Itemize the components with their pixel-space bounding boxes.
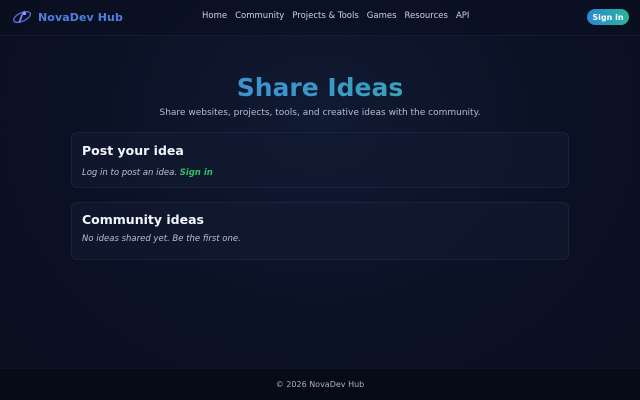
nova-logo-icon — [13, 10, 31, 24]
nav-api[interactable]: API — [456, 11, 469, 21]
header-signin-button[interactable]: Sign in — [587, 9, 629, 25]
footer: © 2026 NovaDev Hub — [0, 368, 640, 400]
footer-copyright: © 2026 NovaDev Hub — [275, 380, 365, 389]
post-idea-card: Post your idea Log in to post an idea. S… — [71, 132, 569, 188]
brand-name: NovaDev Hub — [38, 10, 123, 24]
empty-state-text: No ideas shared yet. Be the first one. — [82, 234, 241, 244]
brand[interactable]: NovaDev Hub — [12, 7, 123, 27]
community-ideas-title: Community ideas — [82, 212, 204, 227]
nav-games[interactable]: Games — [367, 11, 397, 21]
nav-home[interactable]: Home — [202, 11, 227, 21]
login-prompt-text: Log in to post an idea. — [82, 168, 177, 178]
page-subtitle: Share websites, projects, tools, and cre… — [159, 108, 481, 118]
page-title: Share Ideas — [0, 73, 640, 103]
login-prompt: Log in to post an idea. Sign in — [82, 168, 213, 178]
nav-resources[interactable]: Resources — [405, 11, 448, 21]
nav-community[interactable]: Community — [235, 11, 284, 21]
signin-link[interactable]: Sign in — [180, 168, 213, 178]
post-idea-title: Post your idea — [82, 143, 184, 158]
community-ideas-card: Community ideas No ideas shared yet. Be … — [71, 202, 569, 260]
main-nav: Home Community Projects & Tools Games Re… — [202, 11, 469, 21]
top-navbar: NovaDev Hub Home Community Projects & To… — [0, 0, 640, 36]
nav-projects-tools[interactable]: Projects & Tools — [292, 11, 358, 21]
